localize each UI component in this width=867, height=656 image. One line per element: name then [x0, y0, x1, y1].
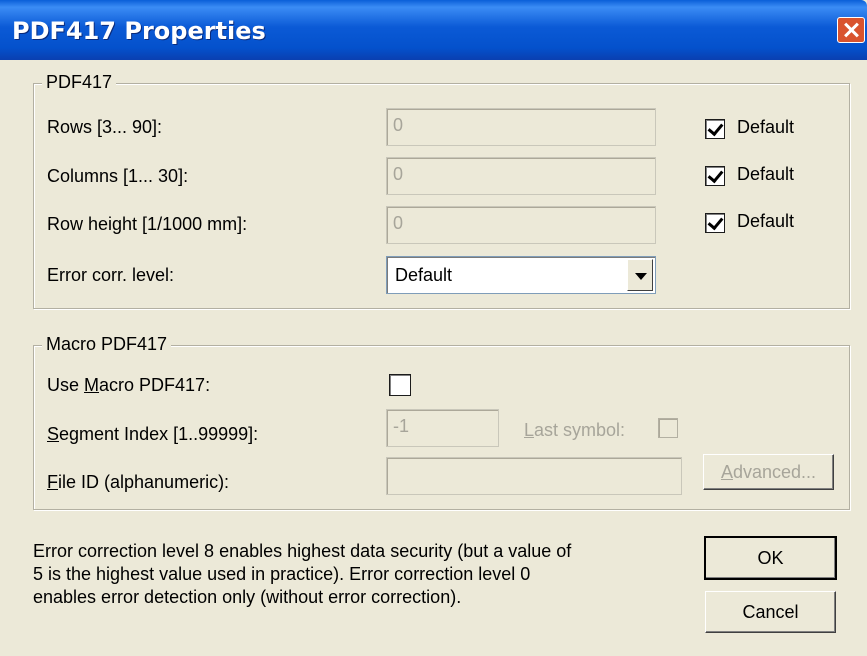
advanced-button-label: dvanced... [732, 462, 817, 482]
columns-default-label[interactable]: Default [737, 164, 794, 185]
pdf417-group-legend: PDF417 [42, 72, 117, 93]
use-macro-label: Use Macro PDF417: [47, 375, 210, 396]
file-id-label-post: ile ID (alphanumeric): [58, 472, 230, 492]
cancel-button[interactable]: Cancel [705, 591, 836, 633]
pdf417-properties-dialog: PDF417 Properties PDF417 Rows [3... 90]:… [0, 0, 867, 656]
file-id-input[interactable] [386, 457, 682, 495]
columns-input[interactable]: 0 [386, 157, 656, 195]
file-id-label-accel: F [47, 472, 58, 492]
info-line: enables error detection only (without er… [33, 587, 462, 607]
segment-index-label-post: egment Index [1..99999]: [59, 424, 259, 444]
info-line: Error correction level 8 enables highest… [33, 541, 572, 561]
last-symbol-label-post: ast symbol: [534, 420, 626, 440]
row-height-default-checkbox[interactable] [705, 213, 725, 233]
advanced-button-accel: A [720, 462, 733, 482]
segment-index-label: Segment Index [1..99999]: [47, 424, 258, 445]
rows-label: Rows [3... 90]: [47, 117, 163, 137]
columns-label: Columns [1... 30]: [47, 166, 189, 186]
columns-default-checkbox[interactable] [705, 166, 725, 186]
segment-index-label-accel: S [47, 424, 60, 444]
row-height-default-label[interactable]: Default [737, 211, 794, 232]
rows-default-label[interactable]: Default [737, 117, 794, 138]
close-button[interactable] [837, 17, 865, 43]
error-level-select[interactable]: Default [386, 256, 656, 294]
advanced-button[interactable]: Advanced... [703, 454, 834, 490]
error-level-label: Error corr. level: [47, 265, 175, 285]
chevron-down-icon[interactable] [627, 259, 653, 291]
ok-button-label: OK [757, 548, 784, 568]
cancel-button-label: Cancel [742, 602, 799, 622]
file-id-label: File ID (alphanumeric): [47, 472, 229, 493]
info-line: 5 is the highest value used in practice)… [33, 564, 531, 584]
macro-pdf417-group-legend: Macro PDF417 [42, 334, 172, 355]
use-macro-label-accel: M [84, 375, 100, 395]
ok-button[interactable]: OK [704, 536, 837, 580]
rows-input[interactable]: 0 [386, 108, 656, 146]
last-symbol-label-accel: L [524, 420, 535, 440]
rows-default-checkbox[interactable] [705, 119, 725, 139]
last-symbol-checkbox[interactable] [658, 418, 678, 438]
error-correction-info-text: Error correction level 8 enables highest… [33, 540, 693, 609]
row-height-label: Row height [1/1000 mm]: [47, 214, 248, 234]
use-macro-label-pre: Use [47, 375, 85, 395]
row-height-input[interactable]: 0 [386, 206, 656, 244]
use-macro-checkbox[interactable] [389, 374, 411, 396]
last-symbol-label: Last symbol: [524, 420, 625, 441]
use-macro-label-post: acro PDF417: [99, 375, 211, 395]
window-title: PDF417 Properties [12, 17, 266, 45]
error-level-selected-value: Default [395, 265, 453, 285]
segment-index-input[interactable]: -1 [386, 409, 499, 447]
title-bar[interactable]: PDF417 Properties [0, 0, 867, 60]
